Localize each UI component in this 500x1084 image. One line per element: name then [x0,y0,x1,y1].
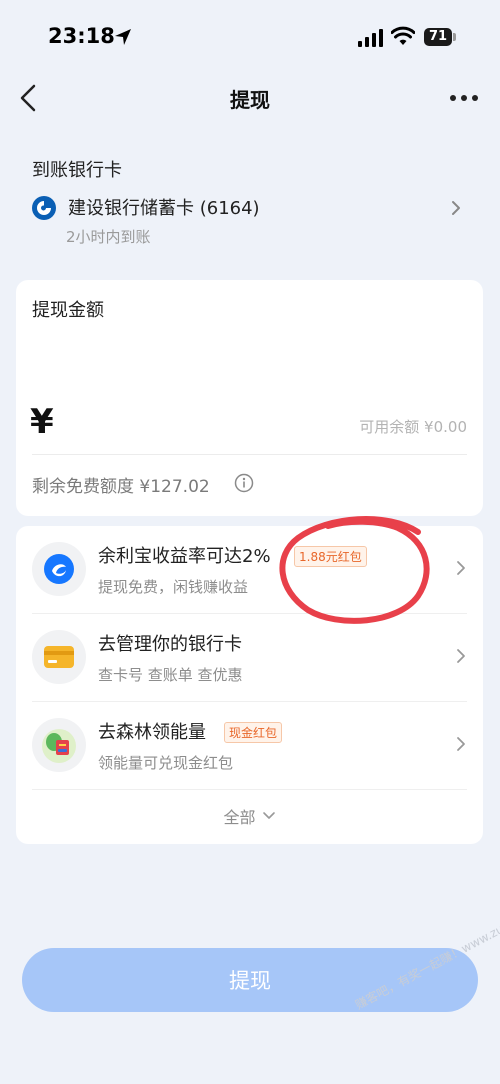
status-bar: 23:18 71 [0,0,500,74]
status-time: 23:18 [48,24,115,48]
option-title: 余利宝收益率可达2% [98,546,271,567]
nav-bar: 提现 [0,74,500,122]
option-subtitle: 领能量可兑现金红包 [98,754,234,772]
option-title: 去管理你的银行卡 [98,634,242,655]
bank-name: 建设银行储蓄卡 (6164) [68,198,260,219]
battery-level: 71 [424,28,452,46]
signal-icon [358,29,383,47]
divider [32,789,467,790]
info-icon[interactable] [234,473,254,493]
option-title: 去森林领能量 [98,722,206,743]
ccb-bank-logo-icon [32,196,56,220]
chevron-right-icon [457,737,465,751]
bank-section-title: 到账银行卡 [32,160,122,181]
show-all-label: 全部 [223,808,256,827]
yulibao-icon [32,542,86,596]
arrival-note: 2小时内到账 [66,228,151,246]
cash-red-packet-badge: 现金红包 [224,722,283,743]
free-quota-text: 剩余免费额度 ¥127.02 [32,477,210,497]
forest-energy-icon [32,718,86,772]
more-dots-icon[interactable] [448,88,480,108]
bank-card-selector[interactable]: 建设银行储蓄卡 (6164) [32,190,472,224]
chevron-right-icon [457,649,465,663]
wifi-icon [391,26,415,45]
show-all-button[interactable]: 全部 [16,804,483,828]
location-arrow-icon [115,29,131,45]
amount-card: 提现金额 ¥ 可用余额 ¥0.00 剩余免费额度 ¥127.02 [16,280,483,516]
annotation-circle [279,516,430,624]
option-subtitle: 提现免费，闲钱赚收益 [98,578,249,596]
list-item-forest[interactable]: 去森林领能量 现金红包 领能量可兑现金红包 [16,702,483,790]
page-title: 提现 [230,88,270,112]
divider [32,454,467,455]
currency-symbol: ¥ [30,402,54,442]
bank-card-icon [32,630,86,684]
available-balance: 可用余额 ¥0.00 [359,418,467,436]
amount-label: 提现金额 [32,300,104,321]
battery-icon: 71 [424,28,456,46]
option-subtitle: 查卡号 查账单 查优惠 [98,666,243,684]
chevron-right-icon [457,561,465,575]
chevron-right-icon [452,201,460,215]
chevron-down-icon [262,812,275,819]
